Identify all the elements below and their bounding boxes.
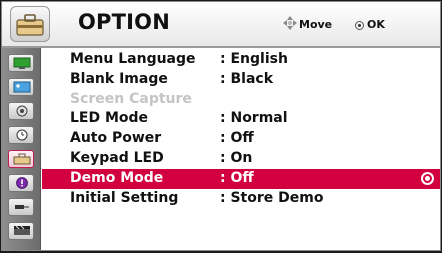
menu-item-auto-power[interactable]: Auto Power : Off	[42, 129, 440, 149]
3d-glasses-icon[interactable]	[8, 222, 34, 240]
menu-item-label: LED Mode	[70, 110, 149, 127]
menu-item-led-mode[interactable]: LED Mode : Normal	[42, 109, 440, 129]
menu-item-value: : Store Demo	[220, 189, 324, 206]
menu-item-keypad-led[interactable]: Keypad LED : On	[42, 149, 440, 169]
menu-header: OPTION Move OK	[2, 2, 440, 48]
option-menu-list: Menu Language : English Blank Image : Bl…	[42, 50, 440, 208]
menu-item-blank-image[interactable]: Blank Image : Black	[42, 70, 440, 90]
menu-item-label: Keypad LED	[70, 149, 164, 166]
option-toolbox-icon	[10, 6, 50, 42]
input-icon[interactable]	[8, 198, 34, 216]
menu-item-value: : Normal	[220, 110, 288, 127]
page-title: OPTION	[78, 10, 171, 34]
audio-icon[interactable]	[8, 102, 34, 120]
menu-item-label: Screen Capture	[70, 90, 192, 107]
menu-item-label: Demo Mode	[70, 169, 164, 186]
menu-item-label: Menu Language	[70, 51, 196, 67]
option-toolbox-icon[interactable]	[8, 150, 34, 168]
four-way-arrows-icon	[283, 16, 297, 30]
ok-hint-label: OK	[367, 18, 385, 31]
menu-item-value: : Off	[220, 130, 254, 147]
menu-item-value: : On	[220, 149, 253, 166]
move-hint-label: Move	[299, 18, 333, 31]
selected-indicator-icon	[421, 171, 434, 185]
info-icon[interactable]	[8, 174, 34, 192]
menu-item-label: Auto Power	[70, 130, 162, 147]
menu-item-label: Blank Image	[70, 70, 168, 87]
menu-item-value: : English	[220, 51, 288, 67]
menu-item-value: : Off	[220, 169, 254, 186]
time-icon[interactable]	[8, 126, 34, 144]
menu-item-demo-mode[interactable]: Demo Mode : Off	[42, 168, 440, 189]
option-menu-panel: OPTION Move OK Menu Language: English B…	[1, 1, 441, 251]
picture-icon[interactable]	[8, 54, 34, 72]
menu-item-menu-language[interactable]: Menu Language : English	[42, 50, 440, 70]
menu-item-value: : Black	[220, 70, 273, 87]
screen-icon[interactable]	[8, 78, 34, 96]
menu-item-initial-setting[interactable]: Initial Setting : Store Demo	[42, 189, 440, 209]
ok-button-icon	[355, 21, 364, 30]
menu-item-screen-capture: Screen Capture	[42, 90, 440, 110]
menu-item-label: Initial Setting	[70, 189, 179, 206]
category-sidebar	[2, 48, 41, 250]
